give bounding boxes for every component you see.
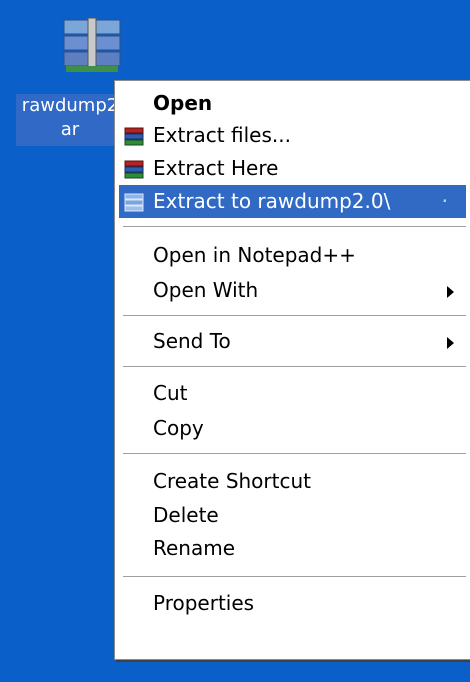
menu-item-send-to[interactable]: Send To	[119, 325, 466, 358]
file-label: rawdump2 ar	[16, 94, 124, 146]
menu-item-delete-label: Delete	[153, 503, 219, 527]
menu-item-open-in-notepad[interactable]: Open in Notepad++	[119, 239, 466, 272]
submenu-arrow-icon	[447, 286, 454, 298]
menu-separator	[123, 453, 466, 454]
menu-item-rename[interactable]: Rename	[119, 532, 466, 565]
menu-item-open[interactable]: Open	[119, 87, 466, 120]
menu-separator	[123, 226, 466, 227]
dot-glyph: ·	[441, 189, 448, 213]
menu-item-properties[interactable]: Properties	[119, 587, 466, 620]
menu-item-copy-label: Copy	[153, 416, 204, 440]
menu-item-open-with-label: Open With	[153, 278, 259, 302]
file-label-line1: rawdump2	[21, 95, 119, 116]
menu-item-open-with[interactable]: Open With	[119, 274, 466, 307]
menu-item-properties-label: Properties	[153, 591, 255, 615]
menu-item-create-shortcut-label: Create Shortcut	[153, 469, 311, 493]
menu-item-open-label: Open	[153, 91, 213, 115]
menu-item-extract-to[interactable]: Extract to rawdump2.0\ ·	[119, 185, 466, 218]
menu-separator	[123, 576, 466, 577]
menu-item-copy[interactable]: Copy	[119, 412, 466, 445]
menu-item-extract-here[interactable]: Extract Here	[119, 152, 466, 185]
menu-item-open-in-notepad-label: Open in Notepad++	[153, 243, 356, 267]
file-label-line2: ar	[60, 119, 80, 140]
menu-item-delete[interactable]: Delete	[119, 499, 466, 532]
menu-item-extract-to-label: Extract to rawdump2.0\	[153, 189, 391, 213]
menu-item-extract-files[interactable]: Extract files...	[119, 119, 466, 152]
menu-item-extract-here-label: Extract Here	[153, 156, 279, 180]
desktop-file-rawdump[interactable]: rawdump2 ar	[8, 6, 124, 146]
menu-separator	[123, 315, 466, 316]
menu-item-extract-files-label: Extract files...	[153, 123, 291, 147]
submenu-arrow-icon	[447, 337, 454, 349]
menu-item-send-to-label: Send To	[153, 329, 231, 353]
menu-separator	[123, 366, 466, 367]
menu-item-cut-label: Cut	[153, 381, 188, 405]
menu-item-cut[interactable]: Cut	[119, 377, 466, 410]
winrar-books-icon	[124, 127, 144, 146]
menu-item-create-shortcut[interactable]: Create Shortcut	[119, 465, 466, 498]
context-menu: Open Extract files... Extract Here Extra…	[114, 80, 470, 660]
winrar-archive-icon	[63, 18, 121, 72]
desktop: rawdump2 ar Open Extract files... Extrac…	[0, 0, 470, 682]
winrar-books-icon	[124, 193, 144, 212]
winrar-books-icon	[124, 160, 144, 179]
menu-item-rename-label: Rename	[153, 536, 236, 560]
